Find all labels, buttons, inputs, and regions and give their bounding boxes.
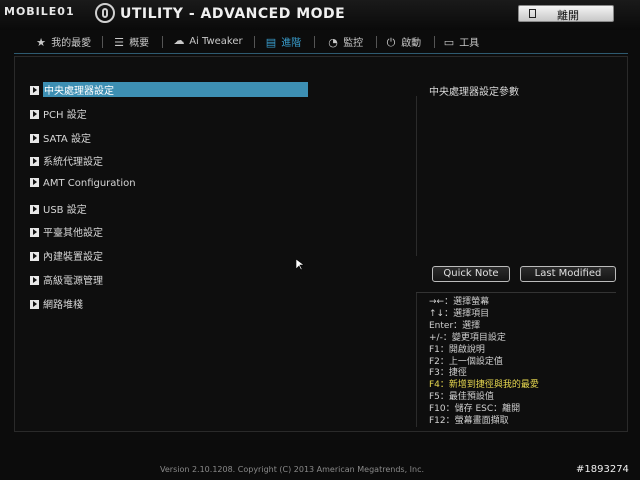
exit-button[interactable]: 離開 [518,5,614,22]
divider [416,293,417,427]
submenu-arrow-icon [30,134,39,143]
tab-boot[interactable]: ⏻ 啟動 [384,34,422,50]
submenu-arrow-icon [30,300,39,309]
page-title: UTILITY - ADVANCED MODE [120,6,346,22]
tab-separator [162,36,163,48]
star-icon: ★ [36,36,46,49]
menu-item-cpu-configuration[interactable]: 中央處理器設定 [30,82,308,97]
submenu-arrow-icon [30,157,39,166]
tab-separator [102,36,103,48]
post-id: #1893274 [576,464,629,475]
monitor-icon: ◔ [328,36,338,49]
tool-icon: ▭ [443,36,455,49]
menu-item-onboard-devices[interactable]: 內建裝置設定 [30,248,103,263]
tab-label: 工具 [459,38,480,49]
tab-bar: ★ 我的最愛 ☰ 概要 ☁ Ai Tweaker ▤ 進階 ◔ 監控 ⏻ 啟動 … [14,31,628,54]
submenu-arrow-icon [30,252,39,261]
quick-note-button[interactable]: Quick Note [432,266,510,282]
menu-item-network-stack[interactable]: 網路堆棧 [30,296,83,311]
brand-text: MOBILE01 [4,5,75,18]
advanced-icon: ▤ [265,36,277,49]
tab-label: 監控 [343,38,364,49]
submenu-arrow-icon [30,205,39,214]
tab-separator [314,36,315,48]
menu-item-system-agent-configuration[interactable]: 系統代理設定 [30,153,103,168]
help-description: 中央處理器設定參數 [429,87,519,98]
tab-main[interactable]: ☰ 概要 [112,34,149,50]
key-legend-line: F1：開啟說明 [429,344,485,355]
tab-label: 我的最愛 [51,38,92,49]
tab-monitor[interactable]: ◔ 監控 [326,34,363,50]
tab-separator [434,36,435,48]
ai-tweaker-icon: ☁ [173,34,185,47]
menu-item-platform-misc[interactable]: 平臺其他設定 [30,224,103,239]
menu-item-usb-configuration[interactable]: USB 設定 [30,201,87,216]
tab-label: Ai Tweaker [189,36,243,47]
list-icon: ☰ [114,36,124,49]
key-legend-line: F10：儲存 ESC：離開 [429,404,521,415]
mouse-cursor-icon [295,256,305,275]
tab-label: 概要 [129,38,150,49]
key-legend-line-highlight: F4：新增到捷徑與我的最愛 [429,380,539,391]
submenu-arrow-icon [30,178,39,187]
divider [416,292,616,293]
key-legend: →←：選擇螢幕 ↑↓：選擇項目 Enter：選擇 +/-：變更項目設定 F1：開… [429,297,539,428]
key-legend-line: F2：上一個設定值 [429,356,503,367]
tab-separator [254,36,255,48]
tab-separator [376,36,377,48]
submenu-arrow-icon [30,86,39,95]
key-legend-line: +/-：變更項目設定 [429,332,506,343]
key-legend-line: Enter：選擇 [429,320,481,331]
menu-item-pch-configuration[interactable]: PCH 設定 [30,106,87,121]
tab-label: 進階 [281,38,302,49]
tab-advanced[interactable]: ▤ 進階 [264,34,301,50]
submenu-arrow-icon [30,276,39,285]
copyright-footer: Version 2.10.1208. Copyright (C) 2013 Am… [160,465,425,474]
tab-favorites[interactable]: ★ 我的最愛 [34,34,91,50]
menu-item-amt-configuration[interactable]: AMT Configuration [30,177,136,191]
exit-button-label: 離開 [557,9,579,22]
key-legend-line: ↑↓：選擇項目 [429,308,490,319]
last-modified-button[interactable]: Last Modified [520,266,616,282]
menu-item-apm[interactable]: 高級電源管理 [30,272,103,287]
top-bar: MOBILE01 UTILITY - ADVANCED MODE 離開 [0,0,640,30]
menu-item-sata-configuration[interactable]: SATA 設定 [30,130,91,145]
key-legend-line: F3：捷徑 [429,368,467,379]
submenu-arrow-icon [30,110,39,119]
power-icon: ⏻ [386,36,396,49]
divider [416,96,417,256]
submenu-arrow-icon [30,228,39,237]
tab-ai-tweaker[interactable]: ☁ Ai Tweaker [172,34,243,50]
tab-label: 啟動 [401,38,422,49]
tab-tool[interactable]: ▭ 工具 [442,34,479,50]
uefi-logo-icon [95,3,115,23]
key-legend-line: F12：螢幕畫面擷取 [429,416,509,427]
exit-door-icon [529,9,536,18]
key-legend-line: →←：選擇螢幕 [429,297,490,307]
key-legend-line: F5：最佳預設值 [429,392,494,403]
